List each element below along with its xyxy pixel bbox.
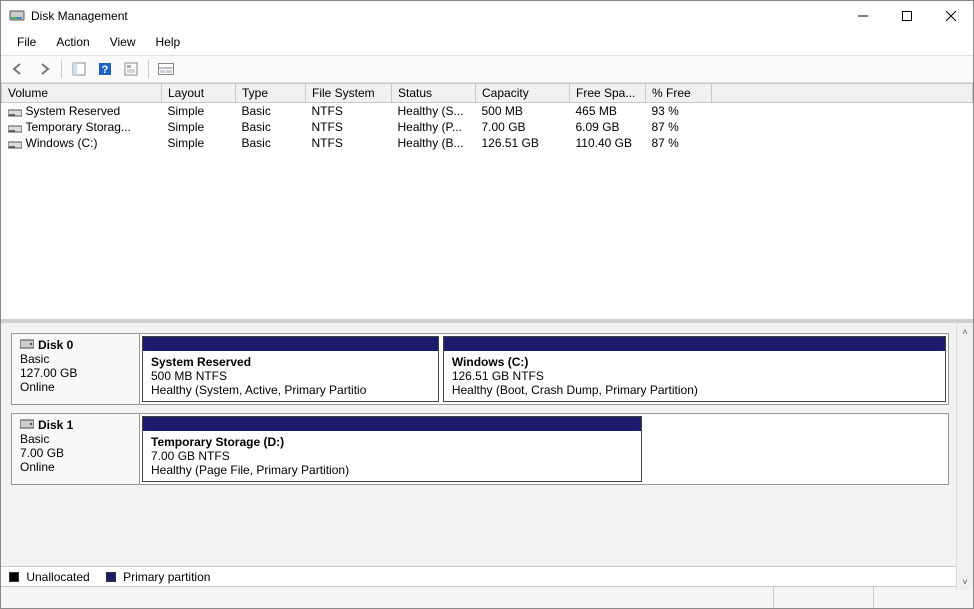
maximize-button[interactable]	[885, 1, 929, 31]
col-capacity[interactable]: Capacity	[476, 84, 570, 103]
scroll-up-arrow-icon[interactable]: ˄	[957, 323, 973, 340]
minimize-button[interactable]	[841, 1, 885, 31]
partition-detail: Healthy (System, Active, Primary Partiti…	[151, 383, 430, 397]
partition[interactable]: System Reserved500 MB NTFSHealthy (Syste…	[142, 336, 439, 402]
window-title: Disk Management	[31, 9, 841, 23]
menu-view[interactable]: View	[102, 33, 144, 51]
nav-forward-button[interactable]	[33, 58, 55, 80]
unallocated-swatch-icon	[9, 572, 19, 582]
graphical-view-pane: Disk 0Basic127.00 GBOnlineSystem Reserve…	[1, 323, 973, 608]
nav-back-button[interactable]	[7, 58, 29, 80]
volume-icon	[8, 123, 22, 133]
partition[interactable]: Windows (C:)126.51 GB NTFSHealthy (Boot,…	[443, 336, 946, 402]
volume-icon	[8, 107, 22, 117]
view-layout-button[interactable]	[155, 58, 177, 80]
disk-row[interactable]: Disk 1Basic7.00 GBOnlineTemporary Storag…	[11, 413, 949, 485]
disk-icon	[20, 338, 34, 352]
col-layout[interactable]: Layout	[162, 84, 236, 103]
vertical-scrollbar[interactable]: ˄ ˅	[956, 323, 973, 590]
status-cell	[873, 587, 973, 608]
table-row[interactable]: System ReservedSimpleBasicNTFSHealthy (S…	[2, 103, 973, 120]
legend-unallocated-label: Unallocated	[26, 570, 89, 584]
partition-color-bar	[444, 337, 945, 351]
properties-button[interactable]	[120, 58, 142, 80]
col-status[interactable]: Status	[392, 84, 476, 103]
scroll-down-arrow-icon[interactable]: ˅	[957, 573, 973, 590]
disk-header[interactable]: Disk 1Basic7.00 GBOnline	[12, 414, 140, 484]
disk-partitions: System Reserved500 MB NTFSHealthy (Syste…	[140, 334, 948, 404]
volume-table[interactable]: Volume Layout Type File System Status Ca…	[1, 83, 973, 151]
toolbar: ?	[1, 55, 973, 83]
help-button[interactable]: ?	[94, 58, 116, 80]
toolbar-separator	[61, 60, 62, 78]
disk-icon	[20, 418, 34, 432]
svg-text:?: ?	[102, 64, 109, 76]
partition-detail: Healthy (Boot, Crash Dump, Primary Parti…	[452, 383, 937, 397]
legend-unallocated: Unallocated	[9, 570, 90, 584]
menubar: File Action View Help	[1, 31, 973, 55]
status-cell	[773, 587, 873, 608]
legend-primary-label: Primary partition	[123, 570, 210, 584]
col-pctfree[interactable]: % Free	[646, 84, 712, 103]
partition-color-bar	[143, 417, 641, 431]
primary-swatch-icon	[106, 572, 116, 582]
partition-color-bar	[143, 337, 438, 351]
legend-primary: Primary partition	[106, 570, 211, 584]
partition-subtitle: 500 MB NTFS	[151, 369, 430, 383]
col-freespace[interactable]: Free Spa...	[570, 84, 646, 103]
table-row[interactable]: Windows (C:)SimpleBasicNTFSHealthy (B...…	[2, 135, 973, 151]
col-volume[interactable]: Volume	[2, 84, 162, 103]
col-blank	[712, 84, 973, 103]
table-row[interactable]: Temporary Storag...SimpleBasicNTFSHealth…	[2, 119, 973, 135]
partition-title: Windows (C:)	[452, 355, 937, 369]
app-icon	[9, 8, 25, 24]
disk-row[interactable]: Disk 0Basic127.00 GBOnlineSystem Reserve…	[11, 333, 949, 405]
menu-action[interactable]: Action	[48, 33, 97, 51]
titlebar: Disk Management	[1, 1, 973, 31]
menu-file[interactable]: File	[9, 33, 44, 51]
partition-title: System Reserved	[151, 355, 430, 369]
statusbar	[1, 586, 973, 608]
partition-detail: Healthy (Page File, Primary Partition)	[151, 463, 633, 477]
partition[interactable]: Temporary Storage (D:)7.00 GB NTFSHealth…	[142, 416, 642, 482]
disk-header[interactable]: Disk 0Basic127.00 GBOnline	[12, 334, 140, 404]
volume-icon	[8, 139, 22, 149]
disk-partitions: Temporary Storage (D:)7.00 GB NTFSHealth…	[140, 414, 948, 484]
partition-title: Temporary Storage (D:)	[151, 435, 633, 449]
partition-subtitle: 126.51 GB NTFS	[452, 369, 937, 383]
col-type[interactable]: Type	[236, 84, 306, 103]
legend: Unallocated Primary partition	[1, 566, 973, 586]
toolbar-separator	[148, 60, 149, 78]
table-header-row: Volume Layout Type File System Status Ca…	[2, 84, 973, 103]
volume-list-pane: Volume Layout Type File System Status Ca…	[1, 83, 973, 323]
menu-help[interactable]: Help	[148, 33, 189, 51]
partition-subtitle: 7.00 GB NTFS	[151, 449, 633, 463]
close-button[interactable]	[929, 1, 973, 31]
col-filesystem[interactable]: File System	[306, 84, 392, 103]
show-hide-console-tree-button[interactable]	[68, 58, 90, 80]
disk-area: Disk 0Basic127.00 GBOnlineSystem Reserve…	[1, 323, 973, 566]
